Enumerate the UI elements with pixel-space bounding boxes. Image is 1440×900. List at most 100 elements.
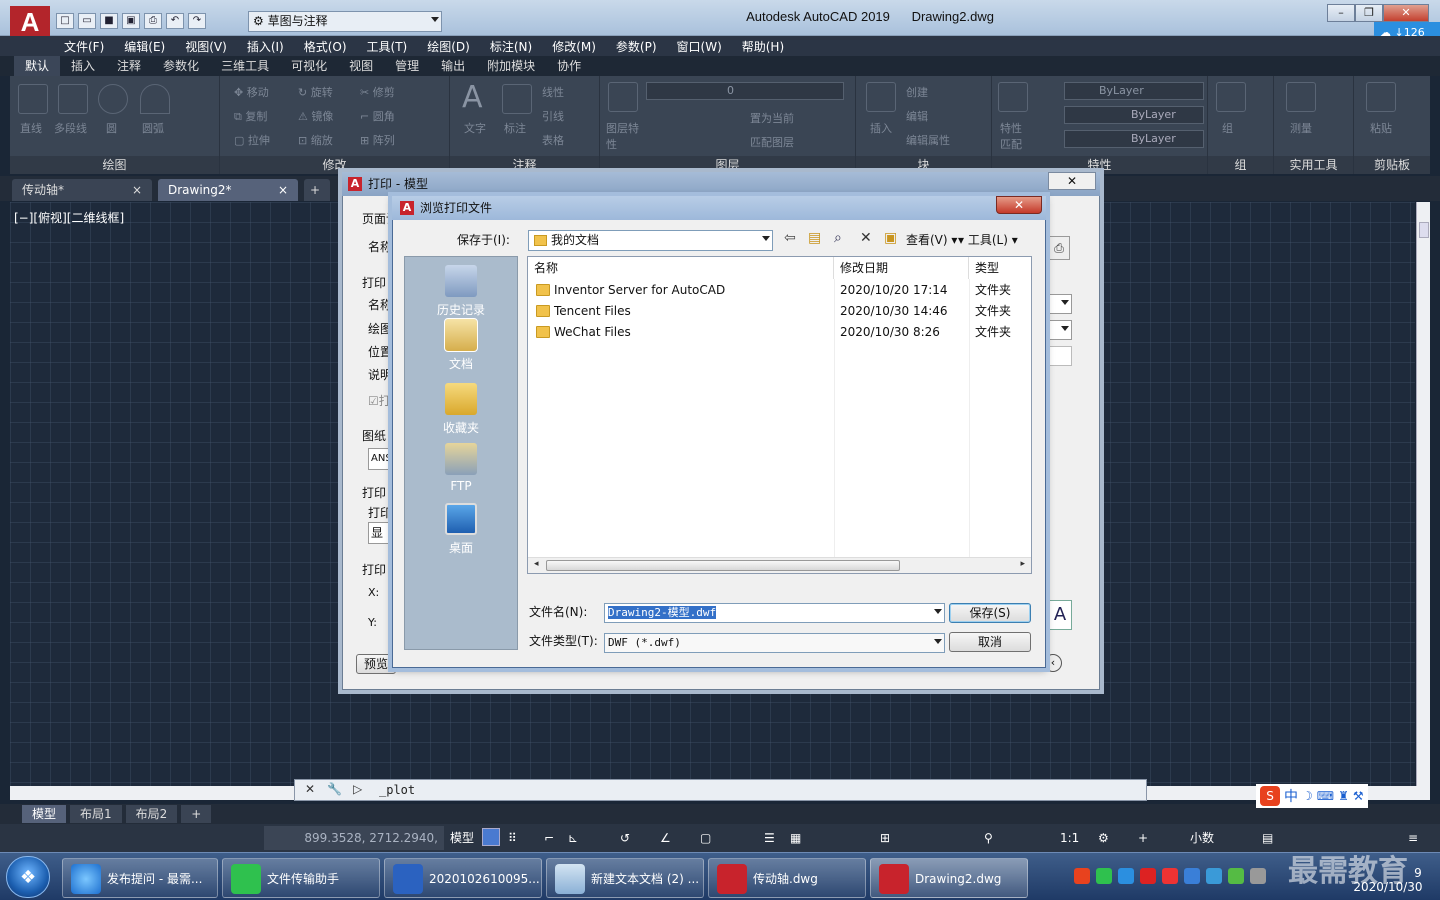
ime-toolbar[interactable]: S 中 ☽ ⌨ ♜ ⚒ (1256, 784, 1368, 808)
tool-mirror[interactable]: ⚠ 镜像 (298, 108, 333, 124)
what-to-plot-dropdown[interactable]: 显示 (368, 522, 392, 544)
tab-insert[interactable]: 插入 (60, 56, 106, 76)
snap-icon[interactable]: ⠿ (508, 828, 517, 848)
tool-line[interactable]: 直线 (20, 120, 42, 136)
panel-groups-label[interactable]: 组 (1208, 156, 1273, 174)
taskbar-item-autocad-2[interactable]: Drawing2.dwg (870, 858, 1028, 898)
redo-icon[interactable]: ↷ (188, 13, 206, 29)
maximize-button[interactable]: ❐ (1355, 4, 1383, 22)
cloud-tray-icon[interactable] (1118, 868, 1134, 884)
dimension-icon[interactable] (502, 84, 532, 114)
add-layout-button[interactable]: + (181, 805, 212, 823)
transparency-icon[interactable]: ▦ (790, 828, 801, 848)
doc-tab-drive-shaft[interactable]: 传动轴* × (12, 179, 152, 201)
place-ftp[interactable]: FTP (405, 443, 517, 493)
close-icon[interactable]: × (132, 179, 142, 201)
tool-rotate[interactable]: ↻ 旋转 (298, 84, 333, 100)
tool-array[interactable]: ⊞ 阵列 (360, 132, 395, 148)
layer-properties-icon[interactable] (608, 82, 638, 112)
insert-block-icon[interactable] (866, 82, 896, 112)
selection-cycling-icon[interactable]: ⊞ (880, 828, 890, 848)
units-dropdown[interactable]: 小数 (1190, 828, 1214, 848)
sogou-icon[interactable]: S (1260, 786, 1280, 806)
save-icon[interactable]: ■ (100, 13, 118, 29)
layer-dropdown[interactable]: 0 (646, 82, 844, 100)
save-as-icon[interactable]: ▣ (122, 13, 140, 29)
linetype-dropdown[interactable]: ByLayer (1064, 106, 1204, 124)
list-item[interactable]: Tencent Files 2020/10/30 14:46 文件夹 (528, 301, 1031, 322)
command-text[interactable]: _plot (379, 783, 415, 797)
polar-icon[interactable]: ↺ (620, 828, 630, 848)
viewport-controls[interactable]: [−][俯视][二维线框] (14, 209, 124, 226)
place-desktop[interactable]: 桌面 (405, 503, 517, 556)
up-folder-icon[interactable]: ▤ (808, 230, 821, 246)
group-icon[interactable] (1216, 82, 1246, 112)
tool-edit-attributes[interactable]: 编辑属性 (906, 132, 950, 148)
annotation-visibility-icon[interactable]: ⚲ (984, 828, 993, 848)
close-button[interactable]: ✕ (1383, 4, 1429, 22)
wrench-icon[interactable]: ⚒ (1353, 789, 1364, 803)
file-list-hscrollbar[interactable]: ◂ ▸ (528, 557, 1031, 573)
volume-tray-icon[interactable] (1250, 868, 1266, 884)
tab-collaborate[interactable]: 协作 (546, 56, 592, 76)
menu-tools[interactable]: 工具(T) (367, 38, 408, 55)
annotation-scale[interactable]: 1:1 (1060, 828, 1079, 848)
taskbar-item-autocad-1[interactable]: 传动轴.dwg (708, 858, 866, 898)
preview-button[interactable]: 预览 (356, 654, 396, 674)
layout-tab-2[interactable]: 布局2 (125, 805, 178, 823)
scroll-thumb[interactable] (1419, 222, 1429, 238)
polyline-icon[interactable] (58, 84, 88, 114)
clock[interactable]: 9 2020/10/30 (1338, 866, 1438, 894)
tool-match-layer[interactable]: 匹配图层 (750, 134, 794, 150)
shield-tray-icon[interactable] (1184, 868, 1200, 884)
list-item[interactable]: Inventor Server for AutoCAD 2020/10/20 17… (528, 280, 1031, 301)
layout-tab-1[interactable]: 布局1 (70, 805, 122, 823)
keyboard-icon[interactable]: ⌨ (1317, 789, 1334, 803)
lineweight-icon[interactable]: ☰ (764, 828, 775, 848)
menu-insert[interactable]: 插入(I) (247, 38, 284, 55)
menu-dimension[interactable]: 标注(N) (490, 38, 532, 55)
panel-utilities-label[interactable]: 实用工具 (1274, 156, 1353, 174)
column-type[interactable]: 类型 (969, 257, 1031, 279)
filetype-dropdown[interactable]: DWF (*.dwf) (604, 633, 945, 653)
tab-view[interactable]: 视图 (338, 56, 384, 76)
plot-close-button[interactable]: ✕ (1048, 172, 1096, 190)
paste-icon[interactable] (1366, 82, 1396, 112)
shirt-icon[interactable]: ♜ (1338, 789, 1349, 803)
color-dropdown[interactable]: ByLayer (1064, 82, 1204, 100)
circle-icon[interactable] (98, 84, 128, 114)
workspace-gear-icon[interactable]: ⚙ (1098, 828, 1109, 848)
autocad-logo-button[interactable]: A (10, 6, 50, 38)
search-web-icon[interactable]: ⌕ (834, 230, 842, 246)
menu-edit[interactable]: 编辑(E) (124, 38, 165, 55)
views-menu[interactable]: 查看(V) ▾ (906, 231, 957, 248)
new-file-icon[interactable]: □ (56, 13, 74, 29)
menu-view[interactable]: 视图(V) (185, 38, 227, 55)
tab-output[interactable]: 输出 (430, 56, 476, 76)
coordinates-display[interactable]: 899.3528, 2712.2940, 0.0000 (264, 826, 444, 869)
tool-fillet[interactable]: ⌐ 圆角 (360, 108, 395, 124)
tab-default[interactable]: 默认 (14, 56, 61, 76)
scroll-thumb[interactable] (546, 560, 900, 571)
browse-close-button[interactable]: ✕ (996, 196, 1042, 214)
tool-polyline[interactable]: 多段线 (54, 120, 87, 136)
menu-window[interactable]: 窗口(W) (677, 38, 722, 55)
match-properties-icon[interactable] (998, 82, 1028, 112)
new-folder-icon[interactable]: ▣ (884, 230, 897, 246)
tool-insert[interactable]: 插入 (870, 120, 892, 136)
taskbar-item-ie[interactable]: 发布提问 - 最需... (62, 858, 218, 898)
tool-edit[interactable]: 编辑 (906, 108, 928, 124)
object-snap-icon[interactable]: ▢ (700, 828, 711, 848)
line-icon[interactable] (18, 84, 48, 114)
tool-circle[interactable]: 圆 (106, 120, 117, 136)
back-icon[interactable]: ⇦ (784, 230, 796, 246)
grid-icon[interactable] (482, 828, 500, 846)
tool-move[interactable]: ✥ 移动 (234, 84, 269, 100)
close-icon[interactable]: ✕ (305, 782, 315, 796)
tab-addins[interactable]: 附加模块 (476, 56, 546, 76)
scroll-right-icon[interactable]: ▸ (1020, 559, 1025, 569)
place-favorites[interactable]: 收藏夹 (405, 383, 517, 436)
nvidia-tray-icon[interactable] (1228, 868, 1244, 884)
panel-clipboard-label[interactable]: 剪贴板 (1354, 156, 1430, 174)
antivirus-tray-icon[interactable] (1162, 868, 1178, 884)
